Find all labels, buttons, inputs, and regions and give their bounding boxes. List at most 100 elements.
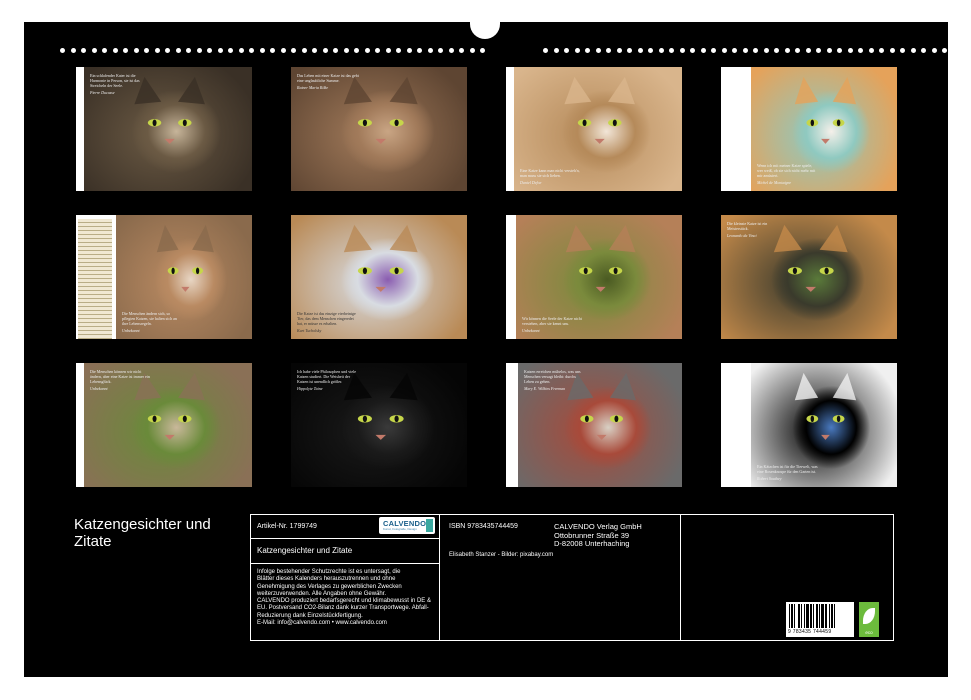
binding-hole bbox=[375, 48, 380, 53]
quote-text: Ich habe viele Philosophen und viele Kat… bbox=[297, 369, 359, 391]
month-thumbnail: Ich habe viele Philosophen und viele Kat… bbox=[291, 363, 467, 487]
binding-hole bbox=[102, 48, 107, 53]
month-thumbnail: Die kleinste Katze ist ein Meisterstück.… bbox=[721, 215, 897, 339]
binding-hole bbox=[879, 48, 884, 53]
binding-hole bbox=[690, 48, 695, 53]
quote-author: Leonardo da Vinci bbox=[727, 233, 757, 238]
credits: Elisabeth Stanzer - Bilder: pixabay.com bbox=[449, 552, 554, 558]
binding-hole bbox=[784, 48, 790, 53]
binding-hole bbox=[133, 48, 139, 53]
quote-text: Eine Katze kann man nicht versteh'n, man… bbox=[520, 168, 582, 185]
binding-hole bbox=[816, 48, 821, 53]
binding-hole bbox=[154, 48, 160, 53]
binding-hole bbox=[669, 48, 674, 53]
panel-divider bbox=[250, 538, 440, 539]
binding-hole bbox=[343, 48, 349, 53]
barcode: 9 783435 744459 bbox=[786, 602, 854, 637]
binding-hole bbox=[406, 48, 412, 53]
binding-hole bbox=[165, 48, 170, 53]
barcode-number: 9 783435 744459 bbox=[788, 629, 832, 635]
binding-hole bbox=[364, 48, 370, 53]
binding-hole bbox=[354, 48, 359, 53]
binding-hole bbox=[81, 48, 86, 53]
binding-hole bbox=[228, 48, 233, 53]
binding-hole bbox=[112, 48, 118, 53]
binding-hole bbox=[301, 48, 307, 53]
publisher-address: CALVENDO Verlag GmbH Ottobrunner Straße 3… bbox=[554, 522, 642, 549]
binding-hole bbox=[942, 48, 947, 53]
binding-hole bbox=[438, 48, 443, 53]
binding-hole bbox=[574, 48, 580, 53]
quote-text: Die Katze ist das einzige vierbeinige Ti… bbox=[297, 311, 359, 333]
binding-hole bbox=[469, 48, 475, 53]
binding-hole bbox=[564, 48, 569, 53]
binding-hole bbox=[417, 48, 422, 53]
address-line: D-82008 Unterhaching bbox=[554, 539, 630, 548]
binding-hole bbox=[70, 48, 76, 53]
binding-hole bbox=[385, 48, 391, 53]
binding-hole bbox=[249, 48, 254, 53]
binding-hole bbox=[847, 48, 853, 53]
quote-text: Wenn ich mit meiner Katze spiele, wer we… bbox=[757, 163, 819, 185]
quote-author: Michel de Montaigne bbox=[757, 180, 792, 185]
calendar-title: Katzengesichter und Zitate bbox=[74, 516, 211, 550]
binding-hole bbox=[721, 48, 727, 53]
binding-hole bbox=[217, 48, 223, 53]
month-thumbnail: Das Leben mit einer Katze ist das gebt e… bbox=[291, 67, 467, 191]
binding-holes bbox=[60, 48, 960, 56]
binding-hole bbox=[480, 48, 485, 53]
quote-author: Daniel Defoe bbox=[520, 180, 542, 185]
legal-line: Genehmigung des Verlages zu gewerblichen… bbox=[257, 583, 402, 590]
binding-hole bbox=[753, 48, 758, 53]
binding-hole bbox=[543, 48, 548, 53]
month-thumbnail: Ein schlafender Kater ist die Harmonie i… bbox=[76, 67, 252, 191]
binding-hole bbox=[648, 48, 653, 53]
quote-author: Hippolyte Taine bbox=[297, 386, 323, 391]
binding-hole bbox=[858, 48, 863, 53]
binding-hole bbox=[837, 48, 842, 53]
binding-hole bbox=[637, 48, 643, 53]
quote-author: Robert Southey bbox=[757, 476, 782, 481]
binding-hole bbox=[175, 48, 181, 53]
binding-hole bbox=[763, 48, 769, 53]
binding-hole bbox=[931, 48, 937, 53]
binding-hole bbox=[921, 48, 926, 53]
calvendo-logo: CALVENDO Kunst, Fotografie, Design bbox=[379, 517, 435, 534]
binding-hole bbox=[868, 48, 874, 53]
binding-hole bbox=[186, 48, 191, 53]
legal-line: E-Mail: info@calvendo.com • www.calvendo… bbox=[257, 620, 387, 627]
binding-hole bbox=[742, 48, 748, 53]
binding-hole bbox=[312, 48, 317, 53]
month-thumbnail: Eine Katze kann man nicht versteh'n, man… bbox=[506, 67, 682, 191]
binding-hole bbox=[280, 48, 286, 53]
quote-text: Die Menschen können wir nicht ändern, ab… bbox=[90, 369, 152, 391]
binding-hole bbox=[900, 48, 905, 53]
binding-hole bbox=[322, 48, 328, 53]
quote-author: Pierre Ducasse bbox=[90, 90, 115, 95]
month-thumbnail: Katzen erreichen mühelos, was uns Mensch… bbox=[506, 363, 682, 487]
binding-hole bbox=[910, 48, 916, 53]
legal-line: CALVENDO produziert bedarfsgerecht und k… bbox=[257, 598, 431, 605]
binding-hole bbox=[427, 48, 433, 53]
binding-hole bbox=[91, 48, 97, 53]
month-thumbnail: Die Katze ist das einzige vierbeinige Ti… bbox=[291, 215, 467, 339]
leaf-icon bbox=[863, 608, 875, 624]
panel-divider bbox=[439, 514, 440, 641]
quote-text: Ein schlafender Kater ist die Harmonie i… bbox=[90, 73, 152, 95]
binding-hole bbox=[627, 48, 632, 53]
month-thumbnail: Die Menschen können wir nicht ändern, ab… bbox=[76, 363, 252, 487]
quote-text: Katzen erreichen mühelos, was uns Mensch… bbox=[524, 369, 586, 391]
binding-hole bbox=[732, 48, 737, 53]
quote-author: Unbekannt bbox=[90, 386, 108, 391]
quote-text: Wir können die Seele der Katze nicht ver… bbox=[522, 316, 584, 333]
binding-hole bbox=[270, 48, 275, 53]
binding-hole bbox=[585, 48, 590, 53]
binding-hole bbox=[396, 48, 401, 53]
binding-hole bbox=[700, 48, 706, 53]
binding-hole bbox=[144, 48, 149, 53]
panel-divider bbox=[680, 514, 681, 641]
legal-notice: Infolge bestehender Schutzrechte ist es … bbox=[257, 569, 431, 627]
month-table bbox=[78, 219, 112, 339]
legal-line: Infolge bestehender Schutzrechte ist es … bbox=[257, 569, 401, 575]
quote-text: Die kleinste Katze ist ein Meisterstück.… bbox=[727, 221, 789, 238]
